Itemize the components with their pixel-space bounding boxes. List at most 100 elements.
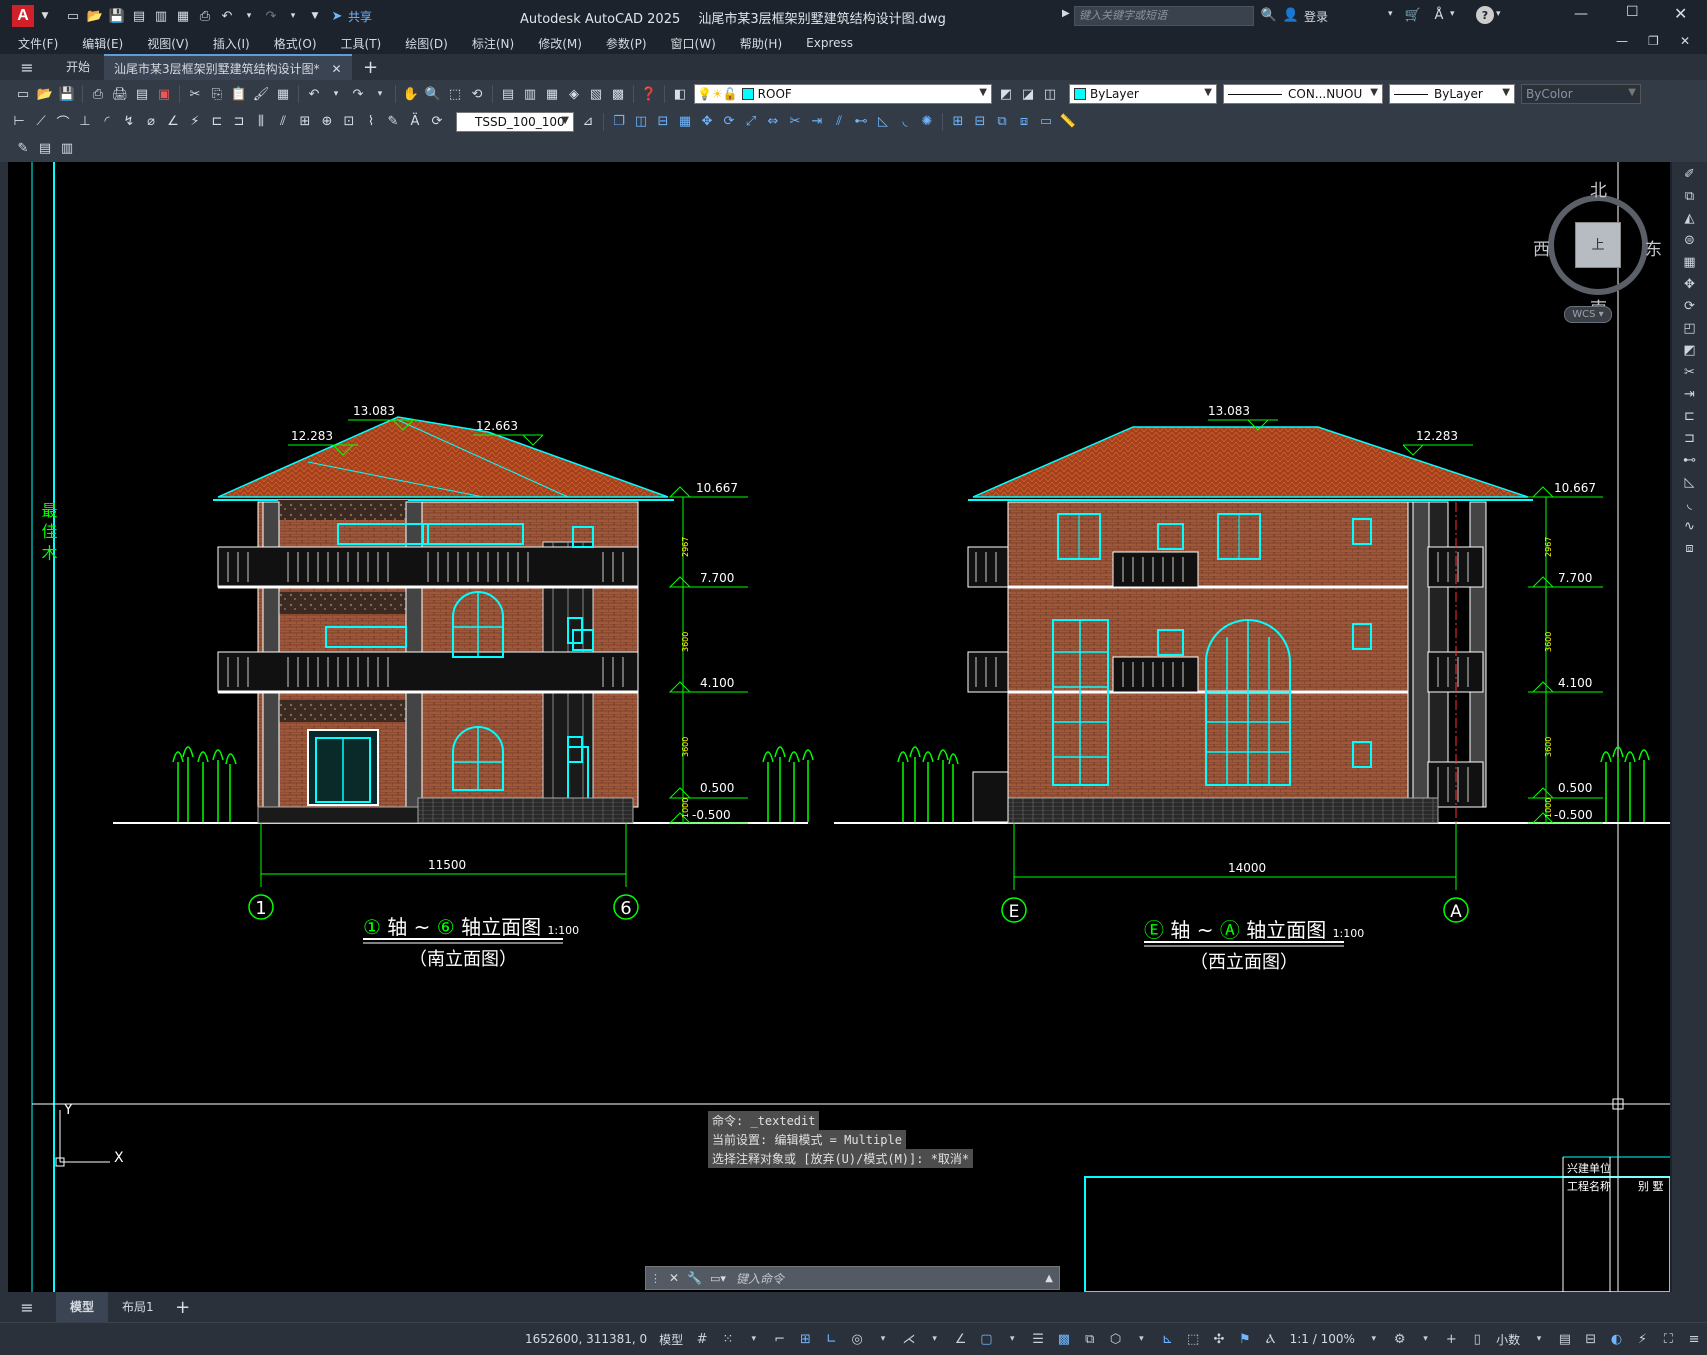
r-explode-icon[interactable]: ⧈ [1681, 540, 1699, 558]
dim-continue-icon[interactable]: ⊐ [230, 113, 248, 131]
explode-icon[interactable]: ✺ [918, 113, 936, 131]
menu-express[interactable]: Express [806, 36, 853, 50]
menu-help[interactable]: 帮助(H) [740, 35, 782, 52]
menu-insert[interactable]: 插入(I) [213, 35, 250, 52]
dim-text-edit-icon[interactable]: Ä [406, 113, 424, 131]
r-break-point-icon[interactable]: ⊏ [1681, 408, 1699, 426]
group-icon[interactable]: ⊞ [949, 113, 967, 131]
gizmo-icon[interactable]: ✣ [1211, 1331, 1227, 1347]
annotation-visibility-icon[interactable]: ⚑ [1237, 1331, 1253, 1347]
isolate-icon[interactable]: ◐ [1609, 1331, 1625, 1347]
grid-icon[interactable]: # [694, 1331, 710, 1347]
autocad-logo[interactable]: A [12, 5, 34, 27]
menu-draw[interactable]: 绘图(D) [405, 35, 448, 52]
redo-icon[interactable]: ↷ [262, 7, 280, 25]
tb-new-icon[interactable]: ▭ [14, 85, 32, 103]
login-dropdown-icon[interactable]: ▾ [1388, 9, 1393, 19]
r-offset-icon[interactable]: ⊜ [1681, 232, 1699, 250]
add-layout-icon[interactable]: + [174, 1297, 192, 1318]
clean-screen-icon[interactable]: ⛶ [1660, 1331, 1676, 1347]
dim-break-icon[interactable]: ⫽ [274, 113, 292, 131]
menu-window[interactable]: 窗口(W) [671, 35, 716, 52]
jogged-linear-icon[interactable]: ⌇ [362, 113, 380, 131]
r-copy-icon[interactable]: ⧉ [1681, 188, 1699, 206]
doc-close-button[interactable]: ✕ [1680, 34, 1690, 48]
tab-start[interactable]: 开始 [52, 54, 104, 80]
redo-dropdown-icon[interactable]: ▾ [284, 7, 302, 25]
color-dropdown[interactable]: ByLayer ▼ [1069, 84, 1217, 104]
tb-zoom-window-icon[interactable]: ⬚ [446, 85, 464, 103]
search-input[interactable]: 键入关键字或短语 [1074, 6, 1254, 26]
tb-redo-icon[interactable]: ↷ [349, 85, 367, 103]
compass-west[interactable]: 西 [1533, 235, 1550, 260]
cart-icon[interactable]: 🛒 [1404, 6, 1422, 24]
scale-dropdown-icon[interactable]: ▾ [1366, 1331, 1382, 1347]
dim-diameter-icon[interactable]: ⌀ [142, 113, 160, 131]
layer-previous-icon[interactable]: ◪ [1019, 85, 1037, 103]
chamfer-icon[interactable]: ◺ [874, 113, 892, 131]
layer-thaw-icon[interactable]: ☀ [712, 87, 723, 101]
tb-markup-icon[interactable]: ▧ [587, 85, 605, 103]
isodraft-icon[interactable]: ⋌ [901, 1331, 917, 1347]
command-prompt-icon[interactable]: ▭▾ [710, 1272, 726, 1285]
tb-undo-icon[interactable]: ↶ [305, 85, 323, 103]
tb-3dprint-icon[interactable]: ▣ [155, 85, 173, 103]
open-folder-icon[interactable]: 📂 [86, 7, 104, 25]
tb-publish-icon[interactable]: ▤ [133, 85, 151, 103]
r-trim-icon[interactable]: ✂ [1681, 364, 1699, 382]
tb-redo-dd-icon[interactable]: ▾ [371, 85, 389, 103]
lineweight-dropdown[interactable]: ByLayer ▼ [1389, 84, 1515, 104]
doc-minimize-button[interactable]: — [1616, 34, 1628, 48]
measure-icon[interactable]: 📏 [1059, 113, 1077, 131]
tb-designcenter-icon[interactable]: ▥ [521, 85, 539, 103]
menu-format[interactable]: 格式(O) [274, 35, 317, 52]
snap-icon[interactable]: ⁙ [720, 1331, 736, 1347]
autodesk-account-icon[interactable]: Å [1430, 6, 1448, 24]
viewcube[interactable]: 上 北 南 东 西 [1533, 180, 1663, 319]
tb-cut-icon[interactable]: ✂ [186, 85, 204, 103]
command-history-toggle-icon[interactable]: ▲ [1045, 1273, 1053, 1284]
dim-radius-icon[interactable]: ◜ [98, 113, 116, 131]
units-icon[interactable]: ▯ [1469, 1331, 1485, 1347]
stretch-icon[interactable]: ⇔ [764, 113, 782, 131]
layout-menu-icon[interactable]: ≡ [18, 1298, 36, 1317]
tb-open-icon[interactable]: 📂 [36, 85, 54, 103]
ortho-icon[interactable]: ∟ [823, 1331, 839, 1347]
dynamic-ucs-icon[interactable]: ⊾ [1159, 1331, 1175, 1347]
help-dropdown-icon[interactable]: ▾ [1496, 9, 1501, 19]
undo-dropdown-icon[interactable]: ▾ [240, 7, 258, 25]
r-break-icon[interactable]: ⊐ [1681, 430, 1699, 448]
r-chamfer-icon[interactable]: ◺ [1681, 474, 1699, 492]
r-move-icon[interactable]: ✥ [1681, 276, 1699, 294]
tb-copy-icon[interactable]: ⎘ [208, 85, 226, 103]
r-scale-icon[interactable]: ◰ [1681, 320, 1699, 338]
dim-arc-icon[interactable]: ⌒ [54, 113, 72, 131]
command-input-placeholder[interactable]: 键入命令 [736, 1270, 784, 1287]
workspace-gear-icon[interactable]: ⚙ [1392, 1331, 1408, 1347]
tb-save-icon[interactable]: 💾 [58, 85, 76, 103]
menu-parametric[interactable]: 参数(P) [606, 35, 647, 52]
tb-undo-dd-icon[interactable]: ▾ [327, 85, 345, 103]
selection-cycling-icon[interactable]: ⧉ [1082, 1331, 1098, 1347]
center-mark-icon[interactable]: ⊕ [318, 113, 336, 131]
dim-edit-icon[interactable]: ✎ [384, 113, 402, 131]
otrack-icon[interactable]: ∠ [953, 1331, 969, 1347]
tb-matchprop-icon[interactable]: 🖌 [252, 85, 270, 103]
search-expand-icon[interactable]: ▶ [1062, 8, 1070, 19]
drawing-canvas[interactable]: 最 佳 木 10.667 7.700 4.100 0.500 -0.500 29… [8, 162, 1670, 1292]
3d-osnap-icon[interactable]: ⬡ [1108, 1331, 1124, 1347]
share-icon[interactable]: ➤ [328, 7, 346, 25]
draworder-back-icon[interactable]: ⧈ [1015, 113, 1033, 131]
help-icon[interactable]: ? [1476, 6, 1494, 24]
minimize-button[interactable]: — [1574, 6, 1588, 22]
make-current-layer-icon[interactable]: ◩ [997, 85, 1015, 103]
polar-icon[interactable]: ◎ [849, 1331, 865, 1347]
dim-update-icon[interactable]: ⟳ [428, 113, 446, 131]
r-rotate-icon[interactable]: ⟳ [1681, 298, 1699, 316]
customize-qat-icon[interactable]: ▼ [306, 7, 324, 25]
command-line[interactable]: ⋮ ✕ 🔧 ▭▾ 键入命令 ▲ [645, 1266, 1060, 1290]
erase-icon[interactable]: ✐ [1681, 166, 1699, 184]
transparency-icon[interactable]: ▩ [1056, 1331, 1072, 1347]
tb-zoom-realtime-icon[interactable]: 🔍 [424, 85, 442, 103]
layer-states-icon[interactable]: ◫ [1041, 85, 1059, 103]
